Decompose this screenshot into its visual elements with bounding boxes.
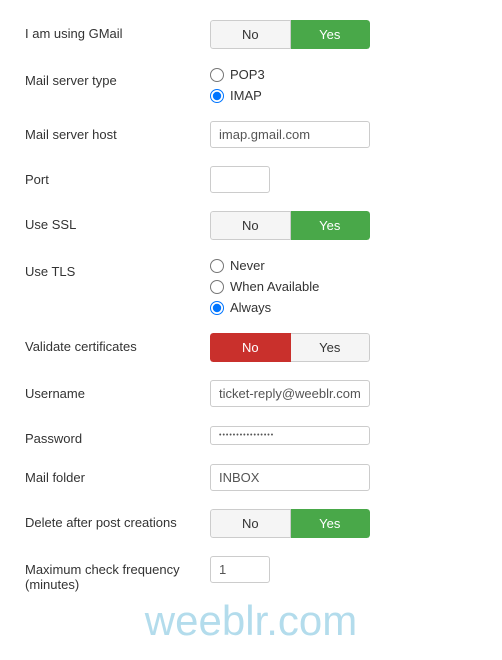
- row-validate: Validate certificates No Yes: [25, 333, 477, 362]
- row-ssl: Use SSL No Yes: [25, 211, 477, 240]
- gmail-yes-button[interactable]: Yes: [291, 20, 371, 49]
- radio-available-label: When Available: [230, 279, 319, 294]
- radio-never[interactable]: [210, 259, 224, 273]
- radio-item-never[interactable]: Never: [210, 258, 477, 273]
- radio-imap-label: IMAP: [230, 88, 262, 103]
- input-password[interactable]: [210, 426, 370, 445]
- radio-item-pop3[interactable]: POP3: [210, 67, 477, 82]
- radio-group-server-type: POP3 IMAP: [210, 67, 477, 103]
- row-password: Password: [25, 425, 477, 446]
- row-server-type: Mail server type POP3 IMAP: [25, 67, 477, 103]
- radio-group-tls: Never When Available Always: [210, 258, 477, 315]
- label-server-type: Mail server type: [25, 67, 210, 88]
- toggle-delete: No Yes: [210, 509, 370, 538]
- toggle-ssl: No Yes: [210, 211, 370, 240]
- label-gmail: I am using GMail: [25, 20, 210, 41]
- label-ssl: Use SSL: [25, 211, 210, 232]
- row-host: Mail server host: [25, 121, 477, 148]
- toggle-validate: No Yes: [210, 333, 370, 362]
- label-frequency: Maximum check frequency (minutes): [25, 556, 210, 592]
- label-port: Port: [25, 166, 210, 187]
- label-delete: Delete after post creations: [25, 509, 210, 530]
- toggle-gmail: No Yes: [210, 20, 370, 49]
- label-validate: Validate certificates: [25, 333, 210, 354]
- row-delete: Delete after post creations No Yes: [25, 509, 477, 538]
- radio-available[interactable]: [210, 280, 224, 294]
- delete-yes-button[interactable]: Yes: [291, 509, 371, 538]
- row-gmail: I am using GMail No Yes: [25, 20, 477, 49]
- radio-item-imap[interactable]: IMAP: [210, 88, 477, 103]
- label-tls: Use TLS: [25, 258, 210, 279]
- label-username: Username: [25, 380, 210, 401]
- gmail-no-button[interactable]: No: [210, 20, 291, 49]
- row-username: Username: [25, 380, 477, 407]
- ssl-yes-button[interactable]: Yes: [291, 211, 371, 240]
- input-frequency[interactable]: [210, 556, 270, 583]
- radio-never-label: Never: [230, 258, 265, 273]
- row-tls: Use TLS Never When Available Always: [25, 258, 477, 315]
- radio-imap[interactable]: [210, 89, 224, 103]
- row-folder: Mail folder: [25, 464, 477, 491]
- radio-item-always[interactable]: Always: [210, 300, 477, 315]
- input-folder[interactable]: [210, 464, 370, 491]
- input-port[interactable]: [210, 166, 270, 193]
- input-host[interactable]: [210, 121, 370, 148]
- validate-yes-button[interactable]: Yes: [291, 333, 371, 362]
- label-folder: Mail folder: [25, 464, 210, 485]
- radio-pop3[interactable]: [210, 68, 224, 82]
- label-host: Mail server host: [25, 121, 210, 142]
- row-port: Port: [25, 166, 477, 193]
- radio-pop3-label: POP3: [230, 67, 265, 82]
- row-frequency: Maximum check frequency (minutes): [25, 556, 477, 592]
- radio-always[interactable]: [210, 301, 224, 315]
- radio-always-label: Always: [230, 300, 271, 315]
- delete-no-button[interactable]: No: [210, 509, 291, 538]
- ssl-no-button[interactable]: No: [210, 211, 291, 240]
- validate-no-button[interactable]: No: [210, 333, 291, 362]
- input-username[interactable]: [210, 380, 370, 407]
- watermark: weeblr.com: [145, 597, 357, 645]
- label-password: Password: [25, 425, 210, 446]
- radio-item-available[interactable]: When Available: [210, 279, 477, 294]
